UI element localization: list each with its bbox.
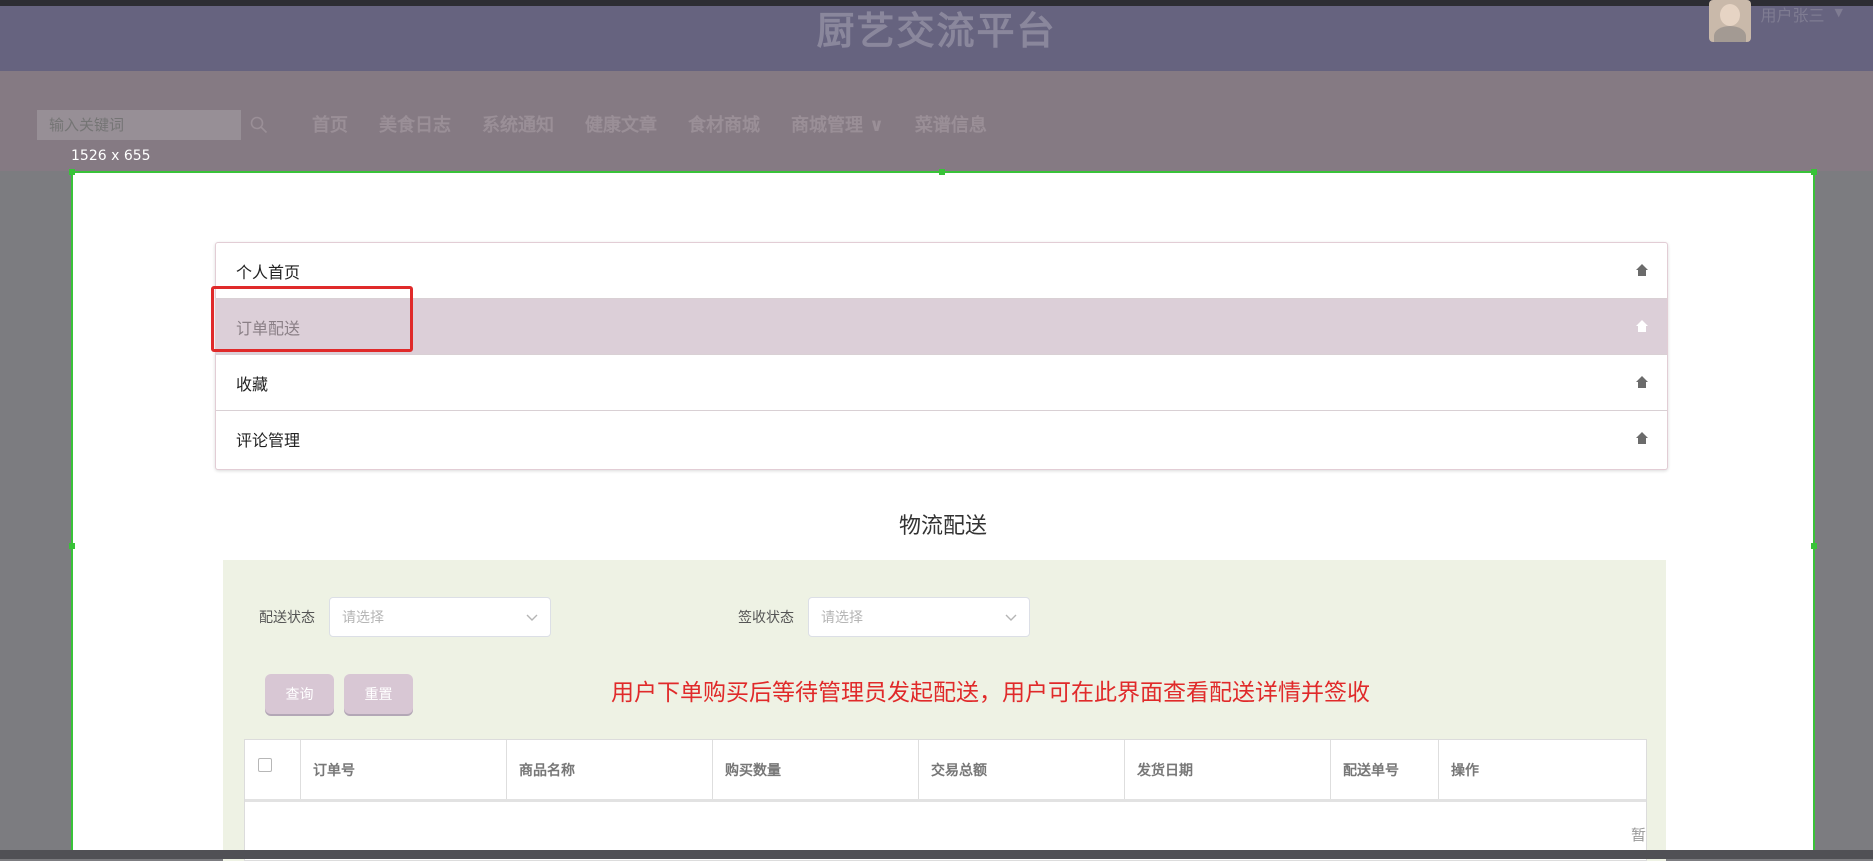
table-header: 订单号 商品名称 购买数量 交易总额 发货日期 配送单号 操作 [245,740,1646,802]
column-header-total-amount[interactable]: 交易总额 [919,740,1125,799]
column-header-quantity[interactable]: 购买数量 [713,740,919,799]
nav-item-health-articles[interactable]: 健康文章 [585,111,657,137]
nav-item-home[interactable]: 首页 [312,111,348,137]
search-icon[interactable] [250,116,268,134]
delivery-status-label: 配送状态 [259,610,315,626]
window-bottom-strip [0,850,1873,859]
menu-item-favorites[interactable]: 收藏 [216,355,1667,411]
receipt-status-select[interactable]: 请选择 [808,597,1030,637]
table-empty-text: 暂 [1630,826,1646,844]
receipt-status-label: 签收状态 [738,610,794,626]
menu-item-order-delivery[interactable]: 订单配送 [216,299,1667,355]
site-header: 厨艺交流平台 用户张三 ▼ [0,0,1873,71]
query-button[interactable]: 查询 [265,674,334,714]
menu-item-label: 个人首页 [236,262,301,282]
reset-button[interactable]: 重置 [344,674,413,714]
chevron-down-icon [526,614,538,621]
nav-item-system-notice[interactable]: 系统通知 [482,111,554,137]
resize-handle-top-center[interactable] [939,169,945,175]
home-icon [1636,264,1648,276]
resize-handle-top-right[interactable] [1811,169,1817,175]
select-all-cell [245,740,301,799]
caret-down-icon[interactable]: ▼ [1835,6,1843,19]
chevron-down-icon [1005,614,1017,621]
search-input[interactable] [37,110,241,140]
select-placeholder: 请选择 [821,610,863,626]
home-icon [1636,376,1648,388]
personal-menu: 个人首页 订单配送 收藏 评论管理 [215,242,1668,470]
column-header-delivery-no[interactable]: 配送单号 [1331,740,1439,799]
home-icon [1636,320,1648,332]
column-header-product-name[interactable]: 商品名称 [507,740,713,799]
avatar[interactable] [1708,0,1751,42]
menu-item-personal-home[interactable]: 个人首页 [216,243,1667,299]
main-navbar: 首页 美食日志 系统通知 健康文章 食材商城 商城管理 ∨ 菜谱信息 1526 … [0,71,1873,171]
resize-handle-top-left[interactable] [69,169,75,175]
delivery-status-select[interactable]: 请选择 [329,597,551,637]
annotation-text: 用户下单购买后等待管理员发起配送，用户可在此界面查看配送详情并签收 [611,680,1370,706]
page-title: 物流配送 [898,514,987,539]
site-title: 厨艺交流平台 [816,9,1057,53]
column-header-ship-date[interactable]: 发货日期 [1125,740,1331,799]
resize-handle-middle-right[interactable] [1811,543,1817,549]
selection-dimension-label: 1526 x 655 [71,148,151,164]
content-panel: 个人首页 订单配送 收藏 评论管理 物流配送 配送状态 请选择 签收状态 请选择… [69,169,1817,861]
resize-handle-middle-left[interactable] [69,543,75,549]
nav-item-mall-management[interactable]: 商城管理 ∨ [791,111,884,137]
username[interactable]: 用户张三 [1761,2,1825,26]
home-icon [1636,432,1648,444]
filter-panel: 配送状态 请选择 签收状态 请选择 查询 重置 用户下单购买后等待管理员发起配送… [223,560,1666,861]
delivery-table: 订单号 商品名称 购买数量 交易总额 发货日期 配送单号 操作 暂 [244,739,1647,861]
nav-item-ingredient-mall[interactable]: 食材商城 [688,111,760,137]
menu-item-label: 收藏 [236,374,269,394]
annotation-highlight-box [211,286,413,352]
nav-item-recipe-info[interactable]: 菜谱信息 [915,111,987,137]
select-all-checkbox[interactable] [258,757,272,772]
column-header-order-no[interactable]: 订单号 [301,740,507,799]
select-placeholder: 请选择 [342,610,384,626]
menu-item-comment-management[interactable]: 评论管理 [216,411,1667,467]
column-header-actions[interactable]: 操作 [1439,740,1646,799]
nav-item-food-log[interactable]: 美食日志 [379,111,451,137]
user-menu[interactable]: 用户张三 ▼ [1708,0,1843,42]
menu-item-label: 评论管理 [236,431,301,450]
